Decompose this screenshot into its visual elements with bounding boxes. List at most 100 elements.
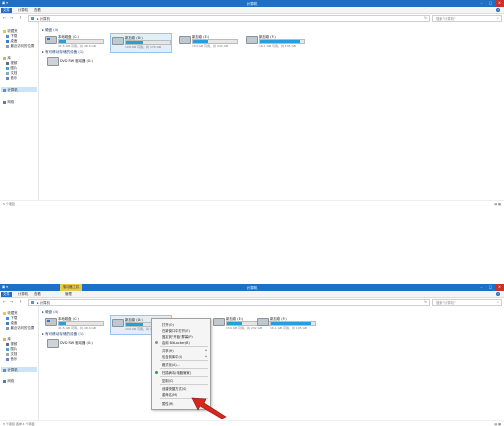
navigation-pane: 收藏夹 下载 桌面 最近访问的位置 库 视频 图片 文档 音乐 计算机 网络 (0, 22, 39, 200)
menu-item-create-shortcut[interactable]: 创建快捷方式(S) (162, 386, 186, 391)
status-count: 5 个项目 (3, 201, 15, 206)
nav-network[interactable]: 网络 (3, 378, 14, 383)
drive-size: 16.1 GB 可用，共 195 GB (259, 43, 296, 48)
refresh-icon[interactable]: ↻ (424, 16, 427, 20)
menu-item-open[interactable]: 打开(O) (162, 322, 174, 327)
address-bar[interactable]: ▸ 计算机 ↻ (28, 299, 430, 306)
menu-separator (160, 384, 208, 385)
shield-icon (155, 370, 158, 374)
maximize-button[interactable]: □ (486, 284, 495, 291)
drive-e[interactable]: 新加卷 (E:) 154 GB 可用，共 232 GB (178, 33, 238, 51)
status-bar: 5 个项目 选中 1 个项目 ▤ ▦ (0, 420, 504, 426)
window-title: 计算机 (246, 1, 258, 6)
dvd-drive-icon (47, 57, 59, 66)
close-button[interactable]: ✕ (495, 284, 504, 291)
drive-size: 41.5 GB 可用，共 48.9 GB (58, 43, 96, 48)
dvd-drive-icon (47, 339, 59, 348)
drive-name: DVD RW 驱动器 (G:) (60, 341, 93, 345)
tab-view[interactable]: 查看 (32, 292, 43, 297)
menu-item-rename[interactable]: 重命名(M) (162, 392, 177, 397)
drive-size: 16.1 GB 可用，共 195 GB (270, 325, 307, 330)
minimize-button[interactable]: – (477, 284, 486, 291)
tab-manage[interactable]: 管理 (63, 292, 74, 297)
network-icon (3, 379, 6, 383)
forward-icon[interactable]: → (10, 300, 13, 304)
nav-computer[interactable]: 计算机 (1, 87, 37, 92)
hard-drive-icon (112, 319, 124, 327)
network-icon (3, 100, 6, 104)
window-controls: – □ ✕ (477, 284, 504, 291)
explorer-window-bottom: ▣ ▾ 驱动器工具 计算机 – □ ✕ 文件 计算机 查看 管理 ? ← → ↑… (0, 284, 504, 426)
address-row: ← → ↑ ▸ 计算机 ↻ 搜索"计算机" ⌕ (0, 14, 504, 22)
search-input[interactable]: 搜索"计算机" ⌕ (432, 15, 502, 22)
nav-music[interactable]: 音乐 (6, 75, 17, 80)
menu-item-copy[interactable]: 复制(C) (162, 378, 173, 383)
music-icon (6, 357, 9, 361)
up-icon[interactable]: ↑ (19, 300, 22, 304)
menu-item-properties[interactable]: 属性(R) (162, 401, 173, 406)
menu-item-format[interactable]: 格式化(A)... (162, 362, 180, 367)
address-path: ▸ 计算机 (37, 17, 50, 22)
nav-music[interactable]: 音乐 (6, 356, 17, 361)
drive-dvd[interactable]: DVD RW 驱动器 (G:) (46, 337, 116, 351)
nav-computer[interactable]: 计算机 (1, 367, 37, 372)
menu-item-open-new-window[interactable]: 在新窗口中打开(E) (162, 328, 190, 333)
drive-size: 109 GB 可用，共 179 GB (125, 44, 162, 49)
drive-c[interactable]: 本地磁盘 (C:) 41.5 GB 可用，共 48.9 GB (44, 315, 104, 333)
close-button[interactable]: ✕ (495, 0, 504, 7)
hard-drive-icon (179, 36, 191, 44)
tab-file[interactable]: 文件 (1, 7, 12, 13)
maximize-button[interactable]: □ (486, 0, 495, 7)
nav-recent[interactable]: 最近访问的位置 (6, 325, 34, 330)
help-icon[interactable]: ? (496, 291, 500, 296)
drive-c[interactable]: 本地磁盘 (C:) 41.5 GB 可用，共 48.9 GB (44, 33, 104, 51)
drive-f[interactable]: 新加卷 (F:) 16.1 GB 可用，共 195 GB (256, 315, 316, 333)
menu-item-pin-start[interactable]: 固定到"开始"屏幕(P) (162, 334, 193, 339)
hard-drive-icon (45, 318, 57, 326)
back-icon[interactable]: ← (3, 16, 6, 20)
search-input[interactable]: 搜索"计算机" ⌕ (432, 299, 502, 306)
address-path: ▸ 计算机 (37, 301, 50, 306)
drive-f[interactable]: 新加卷 (F:) 16.1 GB 可用，共 195 GB (245, 33, 305, 51)
nav-network[interactable]: 网络 (3, 99, 14, 104)
menu-separator (160, 360, 208, 361)
computer-icon (31, 300, 34, 304)
menu-item-include-library[interactable]: 包含到库中(I) (162, 354, 182, 359)
computer-icon (31, 16, 34, 20)
drive-dvd[interactable]: DVD RW 驱动器 (G:) (46, 55, 116, 69)
menu-item-share[interactable]: 共享(H) (162, 348, 174, 353)
tab-file[interactable]: 文件 (1, 291, 12, 297)
drive-d[interactable]: 新加卷 (D:) 109 GB 可用，共 179 GB (110, 33, 172, 53)
up-icon[interactable]: ↑ (19, 16, 22, 20)
nav-recent[interactable]: 最近访问的位置 (6, 43, 34, 48)
hard-drive-icon (112, 37, 124, 45)
hard-drive-icon (213, 318, 225, 326)
view-toggle-icon[interactable]: ▤ ▦ (494, 422, 501, 426)
ribbon: 文件 计算机 查看 管理 ? (0, 291, 504, 298)
separator-space (0, 206, 504, 284)
menu-separator (160, 368, 208, 369)
forward-icon[interactable]: → (10, 16, 13, 20)
window-title: 计算机 (246, 285, 258, 290)
minimize-button[interactable]: – (477, 0, 486, 7)
recent-icon (6, 326, 9, 330)
window-controls: – □ ✕ (477, 0, 504, 7)
tab-computer[interactable]: 计算机 (16, 292, 30, 297)
menu-item-virus-scan[interactable]: 扫描病毒(电脑管家) (162, 370, 191, 375)
tab-computer[interactable]: 计算机 (16, 8, 30, 13)
title-bar: ▣ ▾ 计算机 – □ ✕ (0, 0, 504, 7)
hard-drive-icon (257, 318, 269, 326)
drive-name: DVD RW 驱动器 (G:) (60, 59, 93, 63)
back-icon[interactable]: ← (3, 300, 6, 304)
menu-separator (160, 346, 208, 347)
refresh-icon[interactable]: ↻ (424, 300, 427, 304)
view-toggle-icon[interactable]: ▤ ▦ (494, 202, 501, 206)
navigation-pane: 收藏夹 下载 桌面 最近访问的位置 库 视频 图片 文档 音乐 计算机 网络 (0, 306, 39, 420)
address-bar[interactable]: ▸ 计算机 ↻ (28, 15, 430, 22)
computer-icon (3, 88, 6, 92)
menu-item-bitlocker[interactable]: 启用 BitLocker(B) (162, 340, 190, 345)
tab-view[interactable]: 查看 (32, 8, 43, 13)
help-icon[interactable]: ? (496, 7, 500, 12)
computer-icon (3, 368, 6, 372)
explorer-window-top: ▣ ▾ 计算机 – □ ✕ 文件 计算机 查看 ? ← → ↑ ▸ 计算机 ↻ … (0, 0, 504, 206)
